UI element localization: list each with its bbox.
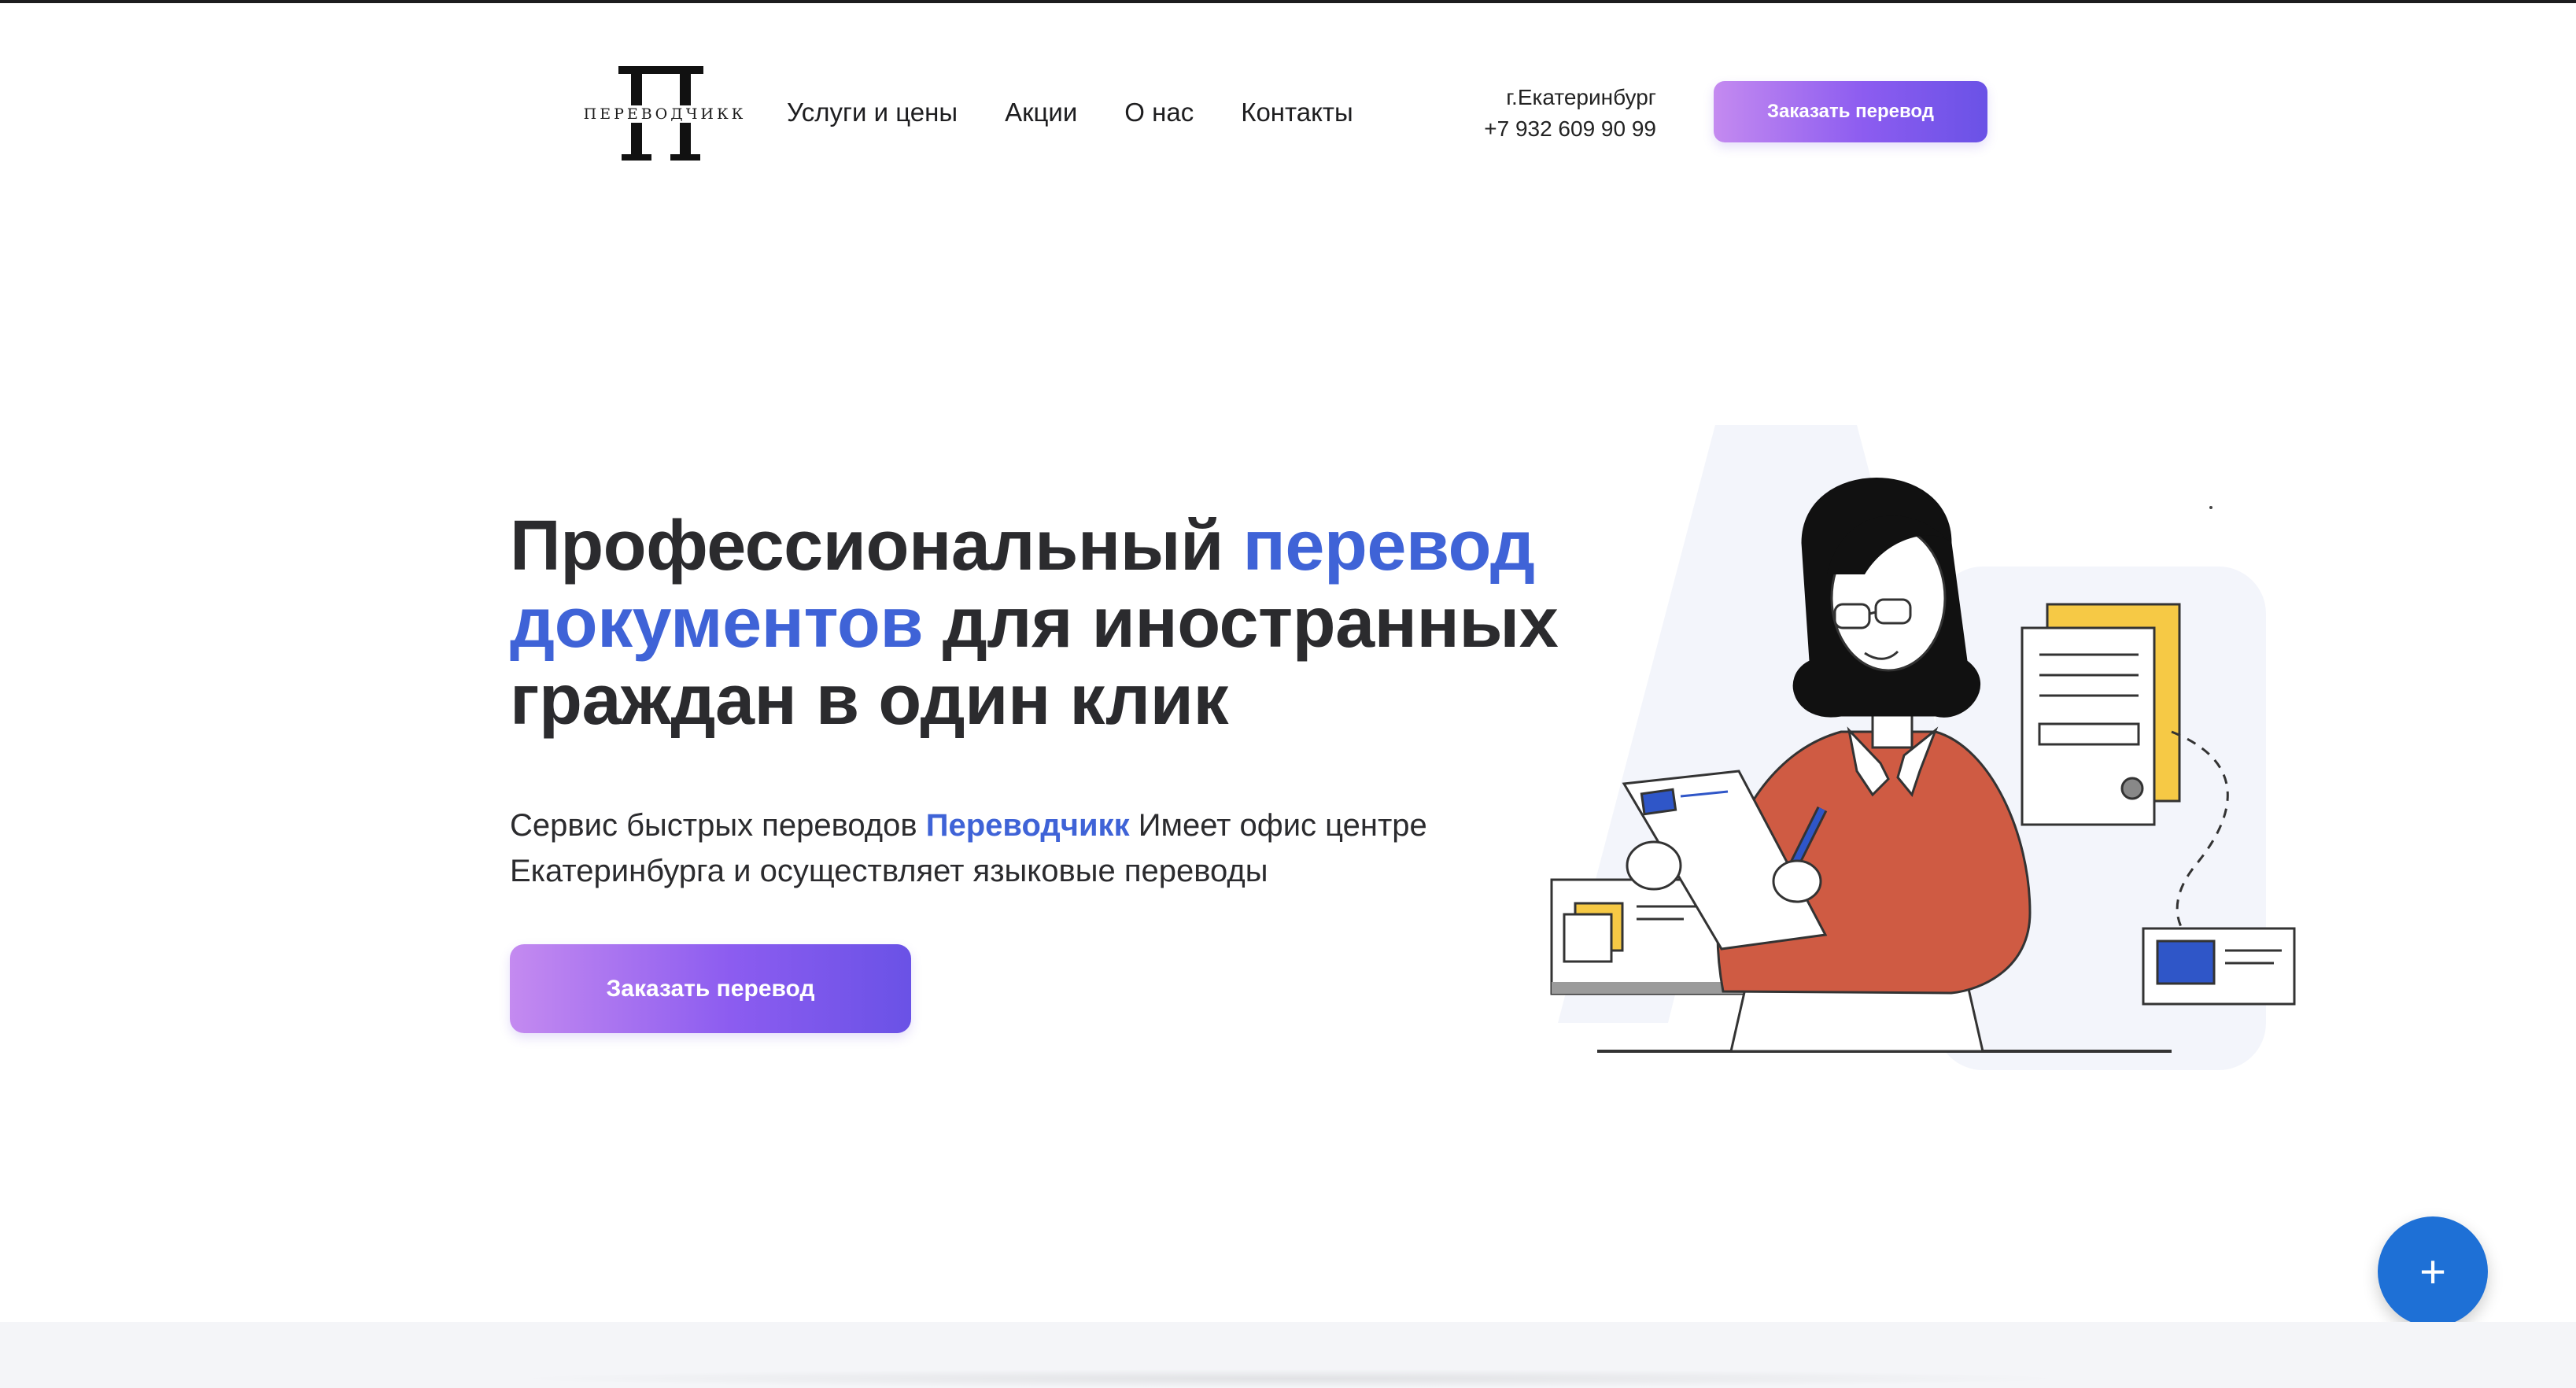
nav-item-contacts[interactable]: Контакты [1241, 98, 1353, 127]
logo-text: ПЕРЕВОДЧИКК [580, 105, 750, 123]
hero-order-button[interactable]: Заказать перевод [510, 944, 911, 1033]
top-border [0, 0, 2576, 3]
nav-item-about[interactable]: О нас [1124, 98, 1194, 127]
contact-phone[interactable]: +7 932 609 90 99 [1416, 113, 1656, 145]
decor-dot [2209, 506, 2212, 509]
hero-subtitle-brand: Переводчикк [925, 808, 1130, 843]
next-section-card-shadow [504, 1369, 2077, 1388]
nav-item-services[interactable]: Услуги и цены [787, 98, 958, 127]
plus-icon: + [2419, 1246, 2446, 1298]
right-card [2142, 927, 2296, 1006]
header-order-button[interactable]: Заказать перевод [1714, 81, 1987, 142]
nav-item-promotions[interactable]: Акции [1005, 98, 1077, 127]
floating-action-button[interactable]: + [2378, 1216, 2488, 1327]
main-nav: Услуги и цены Акции О нас Контакты [787, 93, 1353, 132]
header-contact: г.Екатеринбург +7 932 609 90 99 [1416, 82, 1656, 145]
site-logo[interactable]: ПЕРЕВОДЧИКК [580, 65, 750, 162]
document-stack [2021, 603, 2181, 826]
contact-city: г.Екатеринбург [1506, 85, 1656, 109]
hero-title: Профессиональный перевод документов для … [510, 508, 1596, 739]
hero-subtitle-part1: Сервис быстрых переводов [510, 808, 926, 843]
hero-title-part1: Профессиональный [510, 507, 1243, 585]
hero-subtitle: Сервис быстрых переводов Переводчикк Име… [510, 803, 1485, 894]
hero-illustration [1550, 425, 2296, 1070]
